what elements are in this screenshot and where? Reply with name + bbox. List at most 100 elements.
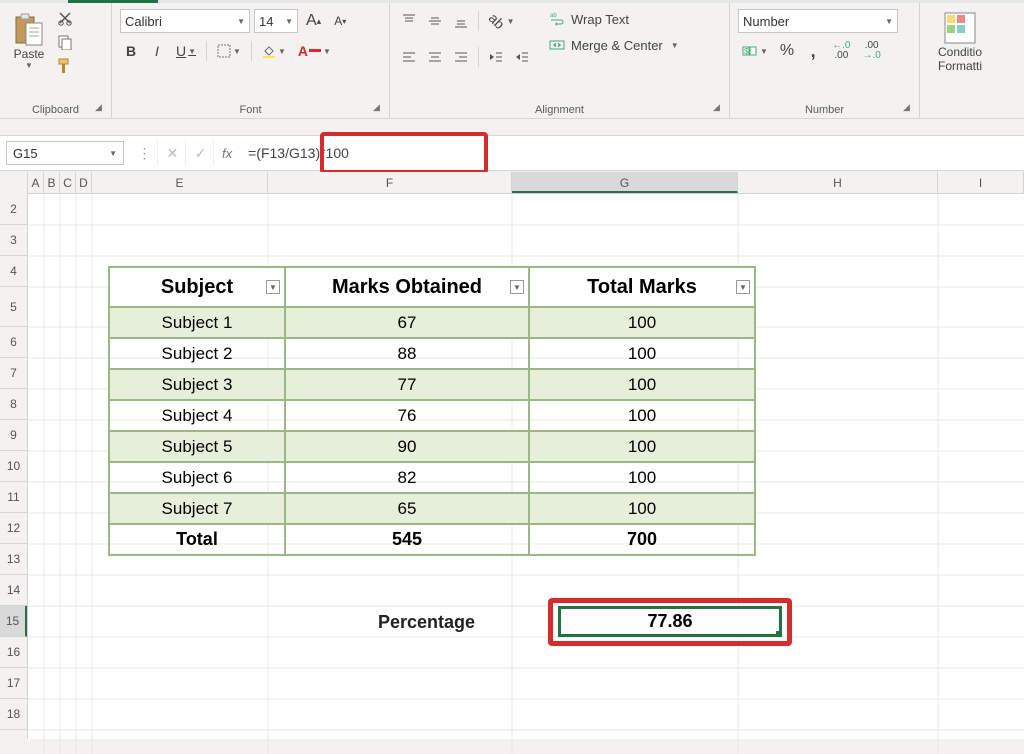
select-all-corner[interactable] [0, 172, 28, 194]
group-clipboard: Paste ▼ Clipboard ◢ [0, 3, 112, 118]
col-I[interactable]: I [938, 172, 1024, 193]
alignment-label: Alignment [398, 102, 721, 116]
table-row: Subject 590100 [109, 431, 755, 462]
italic-button[interactable]: I [146, 39, 168, 63]
col-G[interactable]: G [512, 172, 738, 193]
paste-button[interactable]: Paste ▼ [8, 9, 50, 72]
number-format-combo[interactable]: Number▼ [738, 9, 898, 33]
font-color-button[interactable]: A▼ [294, 39, 335, 63]
decrease-indent-button[interactable] [485, 45, 507, 69]
percent-button[interactable]: % [776, 39, 798, 63]
percentage-label[interactable]: Percentage [378, 612, 475, 633]
col-A[interactable]: A [28, 172, 44, 193]
ribbon: Paste ▼ Clipboard ◢ Calibri▼ 14▼ A▴ A▾ B… [0, 3, 1024, 119]
group-font: Calibri▼ 14▼ A▴ A▾ B I U▼ ▼ ▼ A▼ Font ◢ [112, 3, 390, 118]
header-subject[interactable]: Subject▼ [109, 267, 285, 307]
formula-input[interactable] [240, 141, 1024, 165]
row-13[interactable]: 13 [0, 544, 27, 575]
row-5[interactable]: 5 [0, 287, 27, 327]
clipboard-dialog-launcher[interactable]: ◢ [95, 102, 107, 114]
row-headers: 2 3 4 5 6 7 8 9 10 11 12 13 14 15 16 17 … [0, 194, 28, 739]
row-4[interactable]: 4 [0, 256, 27, 287]
filter-icon[interactable]: ▼ [510, 280, 524, 294]
font-size-combo[interactable]: 14▼ [254, 9, 298, 33]
row-14[interactable]: 14 [0, 575, 27, 606]
decrease-decimal-button[interactable]: .00→.0 [859, 39, 885, 63]
percentage-cell[interactable]: 77.86 [558, 606, 782, 637]
col-E[interactable]: E [92, 172, 268, 193]
clipboard-label: Clipboard [8, 102, 103, 116]
marks-table: Subject▼ Marks Obtained▼ Total Marks▼ Su… [108, 266, 756, 556]
filter-icon[interactable]: ▼ [736, 280, 750, 294]
row-9[interactable]: 9 [0, 420, 27, 451]
row-16[interactable]: 16 [0, 637, 27, 668]
number-dialog-launcher[interactable]: ◢ [903, 102, 915, 114]
row-15[interactable]: 15 [0, 606, 27, 637]
col-D[interactable]: D [76, 172, 92, 193]
header-marks-obtained[interactable]: Marks Obtained▼ [285, 267, 529, 307]
table-row: Subject 765100 [109, 493, 755, 524]
comma-button[interactable]: , [802, 39, 824, 63]
align-center-button[interactable] [424, 45, 446, 69]
borders-button[interactable]: ▼ [213, 39, 245, 63]
alignment-dialog-launcher[interactable]: ◢ [713, 102, 725, 114]
format-painter-button[interactable] [56, 57, 74, 75]
header-total-marks[interactable]: Total Marks▼ [529, 267, 755, 307]
increase-indent-button[interactable] [511, 45, 533, 69]
table-row: Subject 682100 [109, 462, 755, 493]
align-top-button[interactable] [398, 9, 420, 33]
col-F[interactable]: F [268, 172, 512, 193]
col-B[interactable]: B [44, 172, 60, 193]
increase-font-button[interactable]: A▴ [302, 9, 325, 33]
wrap-text-button[interactable]: abWrap Text [545, 9, 683, 29]
col-H[interactable]: H [738, 172, 938, 193]
group-alignment: ab▼ abWrap Text Merge & Center▼ Alignmen… [390, 3, 730, 118]
formula-bar: G15▼ ⋮ ✕ ✓ fx [0, 135, 1024, 171]
row-12[interactable]: 12 [0, 513, 27, 544]
copy-button[interactable] [56, 33, 74, 51]
decrease-font-button[interactable]: A▾ [329, 9, 351, 33]
font-dialog-launcher[interactable]: ◢ [373, 102, 385, 114]
row-18[interactable]: 18 [0, 699, 27, 730]
group-styles: Conditio Formatti [920, 3, 1000, 118]
underline-button[interactable]: U▼ [172, 39, 200, 63]
row-10[interactable]: 10 [0, 451, 27, 482]
col-C[interactable]: C [60, 172, 76, 193]
conditional-formatting-icon [943, 11, 977, 45]
row-17[interactable]: 17 [0, 668, 27, 699]
table-row: Subject 288100 [109, 338, 755, 369]
align-bottom-button[interactable] [450, 9, 472, 33]
formula-bar-expand-icon[interactable]: ⋮ [132, 141, 158, 165]
worksheet-grid[interactable]: A B C D E F G H I 2 3 4 5 6 7 8 9 10 11 … [0, 172, 1024, 739]
row-6[interactable]: 6 [0, 327, 27, 358]
number-label: Number [738, 102, 911, 116]
table-total-row: Total545700 [109, 524, 755, 555]
row-11[interactable]: 11 [0, 482, 27, 513]
table-row: Subject 377100 [109, 369, 755, 400]
row-3[interactable]: 3 [0, 225, 27, 256]
cancel-icon[interactable]: ✕ [160, 141, 186, 165]
enter-icon[interactable]: ✓ [188, 141, 214, 165]
svg-text:$: $ [744, 47, 749, 56]
align-right-button[interactable] [450, 45, 472, 69]
row-8[interactable]: 8 [0, 389, 27, 420]
name-box[interactable]: G15▼ [6, 141, 124, 165]
filter-icon[interactable]: ▼ [266, 280, 280, 294]
fill-color-button[interactable]: ▼ [258, 39, 290, 63]
align-left-button[interactable] [398, 45, 420, 69]
bold-button[interactable]: B [120, 39, 142, 63]
accounting-format-button[interactable]: $▼ [738, 39, 772, 63]
orientation-button[interactable]: ab▼ [485, 9, 519, 33]
chevron-down-icon: ▼ [25, 61, 33, 70]
font-name-combo[interactable]: Calibri▼ [120, 9, 250, 33]
increase-decimal-button[interactable]: ←.0.00 [828, 39, 854, 63]
group-number: Number▼ $▼ % , ←.0.00 .00→.0 Number ◢ [730, 3, 920, 118]
cut-button[interactable] [56, 9, 74, 27]
fx-icon[interactable]: fx [222, 146, 232, 161]
merge-center-button[interactable]: Merge & Center▼ [545, 35, 683, 55]
row-2[interactable]: 2 [0, 194, 27, 225]
conditional-formatting-button[interactable]: Conditio Formatti [936, 9, 984, 75]
row-7[interactable]: 7 [0, 358, 27, 389]
table-row: Subject 167100 [109, 307, 755, 338]
align-middle-button[interactable] [424, 9, 446, 33]
